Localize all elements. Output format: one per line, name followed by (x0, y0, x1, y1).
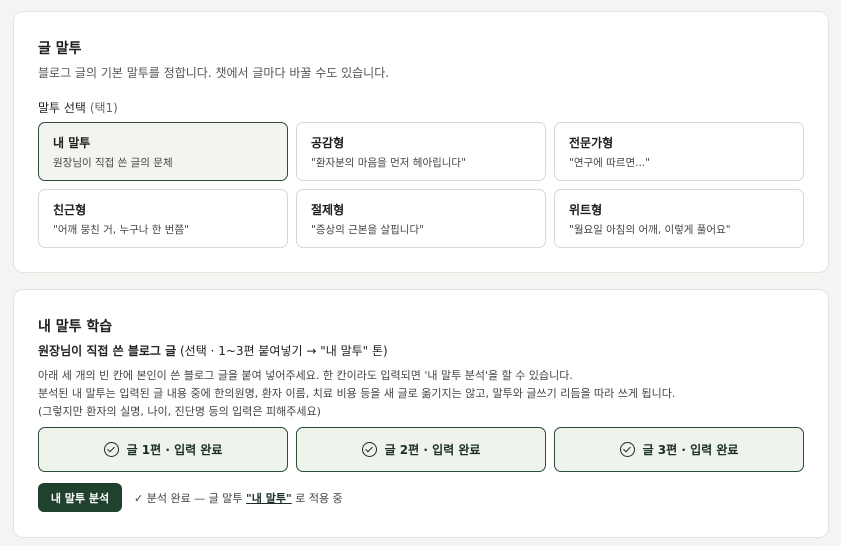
tone-option-sample: "환자분의 마음을 먼저 헤아립니다" (311, 157, 466, 169)
tone-card-description: 블로그 글의 기본 말투를 정합니다. 챗에서 글마다 바꿀 수도 있습니다. (38, 66, 390, 80)
tone-select-label-text: 말투 선택 (38, 101, 86, 115)
status-suffix: 로 적용 중 (295, 492, 343, 505)
tone-option-witty[interactable]: 위트형 "월요일 아침의 어깨, 이렇게 풀어요" (554, 189, 804, 248)
learn-card-subtitle: 원장님이 직접 쓴 블로그 글 (선택 · 1~3편 붙여넣기 → "내 말투"… (38, 342, 388, 359)
post-2-button[interactable]: 글 2편 · 입력 완료 (296, 427, 546, 472)
tone-option-sample: "증상의 근본을 살핍니다" (311, 224, 424, 236)
learn-card-subtitle-bold: 원장님이 직접 쓴 블로그 글 (38, 344, 177, 358)
learn-instructions-line: (그렇지만 환자의 실명, 나이, 진단명 등의 입력은 피해주세요) (38, 405, 321, 418)
tone-select-hint: (택1) (89, 101, 118, 115)
tone-option-name: 내 말투 (53, 136, 91, 150)
tone-option-name: 전문가형 (569, 136, 614, 150)
post-button-label: 글 3편 · 입력 완료 (642, 443, 739, 457)
tone-option-name: 위트형 (569, 203, 603, 217)
tone-option-sample: 원장님이 직접 쓴 글의 문체 (53, 157, 173, 169)
tone-option-my-tone[interactable]: 내 말투 원장님이 직접 쓴 글의 문체 (38, 122, 288, 181)
analysis-status: ✓ 분석 완료 — 글 말투 "내 말투" 로 적용 중 (134, 490, 343, 506)
tone-option-expert[interactable]: 전문가형 "연구에 따르면..." (554, 122, 804, 181)
tone-card-title: 글 말투 (38, 41, 82, 57)
tone-learning-card: 내 말투 학습 원장님이 직접 쓴 블로그 글 (선택 · 1~3편 붙여넣기 … (13, 289, 829, 538)
analyze-tone-button[interactable]: 내 말투 분석 (38, 483, 122, 512)
tone-option-sample: "월요일 아침의 어깨, 이렇게 풀어요" (569, 224, 731, 236)
tone-option-empathy[interactable]: 공감형 "환자분의 마음을 먼저 헤아립니다" (296, 122, 546, 181)
check-circle-icon (619, 442, 635, 457)
tone-option-name: 친근형 (53, 203, 87, 217)
post-3-button[interactable]: 글 3편 · 입력 완료 (554, 427, 804, 472)
tone-option-name: 절제형 (311, 203, 345, 217)
check-circle-icon (361, 442, 377, 457)
post-button-label: 글 2편 · 입력 완료 (384, 443, 481, 457)
tone-option-sample: "연구에 따르면..." (569, 157, 650, 169)
tone-option-sample: "어깨 뭉친 거, 누구나 한 번쯤" (53, 224, 189, 236)
status-tone-link[interactable]: "내 말투" (246, 492, 292, 505)
tone-option-name: 공감형 (311, 136, 345, 150)
tone-option-restrained[interactable]: 절제형 "증상의 근본을 살핍니다" (296, 189, 546, 248)
check-circle-icon (103, 442, 119, 457)
tone-select-label: 말투 선택 (택1) (38, 99, 118, 116)
learn-card-subtitle-rest: (선택 · 1~3편 붙여넣기 → "내 말투" 톤) (179, 344, 388, 358)
post-button-label: 글 1편 · 입력 완료 (126, 443, 223, 457)
learn-card-title: 내 말투 학습 (38, 319, 113, 335)
status-prefix: ✓ 분석 완료 — 글 말투 (134, 492, 243, 505)
post-1-button[interactable]: 글 1편 · 입력 완료 (38, 427, 288, 472)
learn-instructions-line: 분석된 내 말투는 입력된 글 내용 중에 한의원명, 환자 이름, 치료 비용… (38, 387, 676, 400)
learn-instructions-line: 아래 세 개의 빈 칸에 본인이 쓴 블로그 글을 붙여 넣어주세요. 한 칸이… (38, 369, 573, 382)
tone-settings-card: 글 말투 블로그 글의 기본 말투를 정합니다. 챗에서 글마다 바꿀 수도 있… (13, 11, 829, 273)
tone-option-friendly[interactable]: 친근형 "어깨 뭉친 거, 누구나 한 번쯤" (38, 189, 288, 248)
